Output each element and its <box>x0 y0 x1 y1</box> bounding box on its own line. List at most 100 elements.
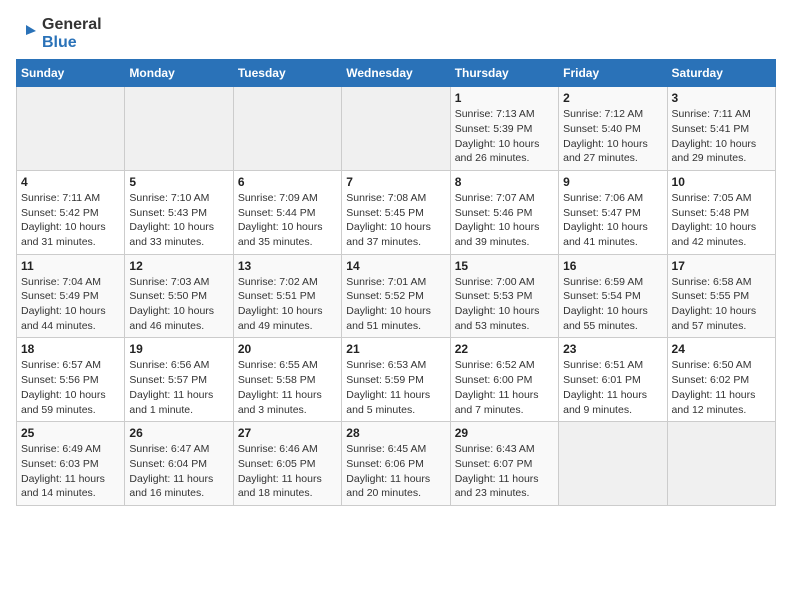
day-number: 5 <box>129 175 228 189</box>
calendar-cell: 2 Sunrise: 7:12 AMSunset: 5:40 PMDaylight… <box>559 87 667 171</box>
calendar-cell: 1Sunrise: 7:13 AMSunset: 5:39 PMDaylight… <box>450 87 558 171</box>
calendar-cell <box>667 422 775 506</box>
calendar-cell: 25 Sunrise: 6:49 AMSunset: 6:03 PMDayligh… <box>17 422 125 506</box>
calendar-cell <box>559 422 667 506</box>
logo-blue-label: Blue <box>42 34 102 52</box>
week-row-3: 18 Sunrise: 6:57 AMSunset: 5:56 PMDayligh… <box>17 338 776 422</box>
calendar-cell: 10 Sunrise: 7:05 AMSunset: 5:48 PMDayligh… <box>667 170 775 254</box>
day-info: Sunrise: 7:07 AMSunset: 5:46 PMDaylight:… <box>455 191 554 250</box>
day-header-friday: Friday <box>559 60 667 87</box>
calendar-cell: 8 Sunrise: 7:07 AMSunset: 5:46 PMDaylight… <box>450 170 558 254</box>
day-info: Sunrise: 6:46 AMSunset: 6:05 PMDaylight:… <box>238 442 337 501</box>
day-number: 17 <box>672 259 771 273</box>
calendar-cell: 9 Sunrise: 7:06 AMSunset: 5:47 PMDaylight… <box>559 170 667 254</box>
day-header-wednesday: Wednesday <box>342 60 450 87</box>
day-number: 24 <box>672 342 771 356</box>
calendar-cell: 6Sunrise: 7:09 AMSunset: 5:44 PMDaylight… <box>233 170 341 254</box>
day-number: 15 <box>455 259 554 273</box>
day-number: 8 <box>455 175 554 189</box>
calendar-cell: 12 Sunrise: 7:03 AMSunset: 5:50 PMDayligh… <box>125 254 233 338</box>
day-info: Sunrise: 7:05 AMSunset: 5:48 PMDaylight:… <box>672 191 771 250</box>
calendar-cell: 24 Sunrise: 6:50 AMSunset: 6:02 PMDayligh… <box>667 338 775 422</box>
day-number: 18 <box>21 342 120 356</box>
calendar-cell <box>125 87 233 171</box>
calendar-cell <box>17 87 125 171</box>
day-info: Sunrise: 7:08 AMSunset: 5:45 PMDaylight:… <box>346 191 445 250</box>
day-number: 21 <box>346 342 445 356</box>
day-number: 27 <box>238 426 337 440</box>
calendar-cell: 4 Sunrise: 7:11 AMSunset: 5:42 PMDaylight… <box>17 170 125 254</box>
day-number: 4 <box>21 175 120 189</box>
day-number: 3 <box>672 91 771 105</box>
day-info: Sunrise: 6:45 AMSunset: 6:06 PMDaylight:… <box>346 442 445 501</box>
day-info: Sunrise: 6:52 AMSunset: 6:00 PMDaylight:… <box>455 358 554 417</box>
day-header-saturday: Saturday <box>667 60 775 87</box>
day-info: Sunrise: 7:06 AMSunset: 5:47 PMDaylight:… <box>563 191 662 250</box>
calendar-cell: 28Sunrise: 6:45 AMSunset: 6:06 PMDayligh… <box>342 422 450 506</box>
day-info: Sunrise: 7:03 AMSunset: 5:50 PMDaylight:… <box>129 275 228 334</box>
day-header-monday: Monday <box>125 60 233 87</box>
calendar-cell: 3 Sunrise: 7:11 AMSunset: 5:41 PMDaylight… <box>667 87 775 171</box>
day-number: 19 <box>129 342 228 356</box>
day-number: 10 <box>672 175 771 189</box>
week-row-2: 11 Sunrise: 7:04 AMSunset: 5:49 PMDayligh… <box>17 254 776 338</box>
calendar-cell <box>342 87 450 171</box>
calendar-cell: 11 Sunrise: 7:04 AMSunset: 5:49 PMDayligh… <box>17 254 125 338</box>
day-info: Sunrise: 7:11 AMSunset: 5:41 PMDaylight:… <box>672 107 771 166</box>
day-info: Sunrise: 7:02 AMSunset: 5:51 PMDaylight:… <box>238 275 337 334</box>
calendar-cell: 16 Sunrise: 6:59 AMSunset: 5:54 PMDayligh… <box>559 254 667 338</box>
day-info: Sunrise: 6:57 AMSunset: 5:56 PMDaylight:… <box>21 358 120 417</box>
week-row-4: 25 Sunrise: 6:49 AMSunset: 6:03 PMDayligh… <box>17 422 776 506</box>
day-header-tuesday: Tuesday <box>233 60 341 87</box>
calendar-header-row: SundayMondayTuesdayWednesdayThursdayFrid… <box>17 60 776 87</box>
calendar-cell: 18 Sunrise: 6:57 AMSunset: 5:56 PMDayligh… <box>17 338 125 422</box>
day-info: Sunrise: 6:59 AMSunset: 5:54 PMDaylight:… <box>563 275 662 334</box>
calendar-cell: 23 Sunrise: 6:51 AMSunset: 6:01 PMDayligh… <box>559 338 667 422</box>
day-info: Sunrise: 6:43 AMSunset: 6:07 PMDaylight:… <box>455 442 554 501</box>
calendar-cell: 13 Sunrise: 7:02 AMSunset: 5:51 PMDayligh… <box>233 254 341 338</box>
calendar-cell: 21 Sunrise: 6:53 AMSunset: 5:59 PMDayligh… <box>342 338 450 422</box>
day-number: 7 <box>346 175 445 189</box>
day-number: 16 <box>563 259 662 273</box>
calendar-cell: 7 Sunrise: 7:08 AMSunset: 5:45 PMDaylight… <box>342 170 450 254</box>
day-info: Sunrise: 6:53 AMSunset: 5:59 PMDaylight:… <box>346 358 445 417</box>
day-info: Sunrise: 6:55 AMSunset: 5:58 PMDaylight:… <box>238 358 337 417</box>
day-info: Sunrise: 7:11 AMSunset: 5:42 PMDaylight:… <box>21 191 120 250</box>
day-info: Sunrise: 7:12 AMSunset: 5:40 PMDaylight:… <box>563 107 662 166</box>
calendar-table: SundayMondayTuesdayWednesdayThursdayFrid… <box>16 59 776 506</box>
day-number: 26 <box>129 426 228 440</box>
calendar-cell: 14Sunrise: 7:01 AMSunset: 5:52 PMDayligh… <box>342 254 450 338</box>
day-info: Sunrise: 6:51 AMSunset: 6:01 PMDaylight:… <box>563 358 662 417</box>
day-info: Sunrise: 6:50 AMSunset: 6:02 PMDaylight:… <box>672 358 771 417</box>
calendar-cell: 22 Sunrise: 6:52 AMSunset: 6:00 PMDayligh… <box>450 338 558 422</box>
calendar-cell: 5Sunrise: 7:10 AMSunset: 5:43 PMDaylight… <box>125 170 233 254</box>
day-header-thursday: Thursday <box>450 60 558 87</box>
logo: GeneralBlue <box>16 16 102 51</box>
week-row-0: 1Sunrise: 7:13 AMSunset: 5:39 PMDaylight… <box>17 87 776 171</box>
logo-bird-icon <box>16 23 38 45</box>
calendar-cell: 19 Sunrise: 6:56 AMSunset: 5:57 PMDayligh… <box>125 338 233 422</box>
calendar-cell: 27 Sunrise: 6:46 AMSunset: 6:05 PMDayligh… <box>233 422 341 506</box>
day-info: Sunrise: 7:09 AMSunset: 5:44 PMDaylight:… <box>238 191 337 250</box>
calendar-cell: 20Sunrise: 6:55 AMSunset: 5:58 PMDayligh… <box>233 338 341 422</box>
day-number: 9 <box>563 175 662 189</box>
day-info: Sunrise: 7:01 AMSunset: 5:52 PMDaylight:… <box>346 275 445 334</box>
calendar-cell: 17Sunrise: 6:58 AMSunset: 5:55 PMDayligh… <box>667 254 775 338</box>
day-info: Sunrise: 7:04 AMSunset: 5:49 PMDaylight:… <box>21 275 120 334</box>
day-number: 2 <box>563 91 662 105</box>
logo-general-label: General <box>42 16 102 34</box>
day-info: Sunrise: 7:13 AMSunset: 5:39 PMDaylight:… <box>455 107 554 166</box>
day-number: 25 <box>21 426 120 440</box>
day-number: 13 <box>238 259 337 273</box>
calendar-cell: 29Sunrise: 6:43 AMSunset: 6:07 PMDayligh… <box>450 422 558 506</box>
calendar-cell: 15 Sunrise: 7:00 AMSunset: 5:53 PMDayligh… <box>450 254 558 338</box>
day-number: 23 <box>563 342 662 356</box>
day-number: 22 <box>455 342 554 356</box>
day-number: 12 <box>129 259 228 273</box>
day-info: Sunrise: 7:00 AMSunset: 5:53 PMDaylight:… <box>455 275 554 334</box>
week-row-1: 4 Sunrise: 7:11 AMSunset: 5:42 PMDaylight… <box>17 170 776 254</box>
day-header-sunday: Sunday <box>17 60 125 87</box>
day-info: Sunrise: 6:56 AMSunset: 5:57 PMDaylight:… <box>129 358 228 417</box>
day-number: 11 <box>21 259 120 273</box>
day-info: Sunrise: 6:49 AMSunset: 6:03 PMDaylight:… <box>21 442 120 501</box>
